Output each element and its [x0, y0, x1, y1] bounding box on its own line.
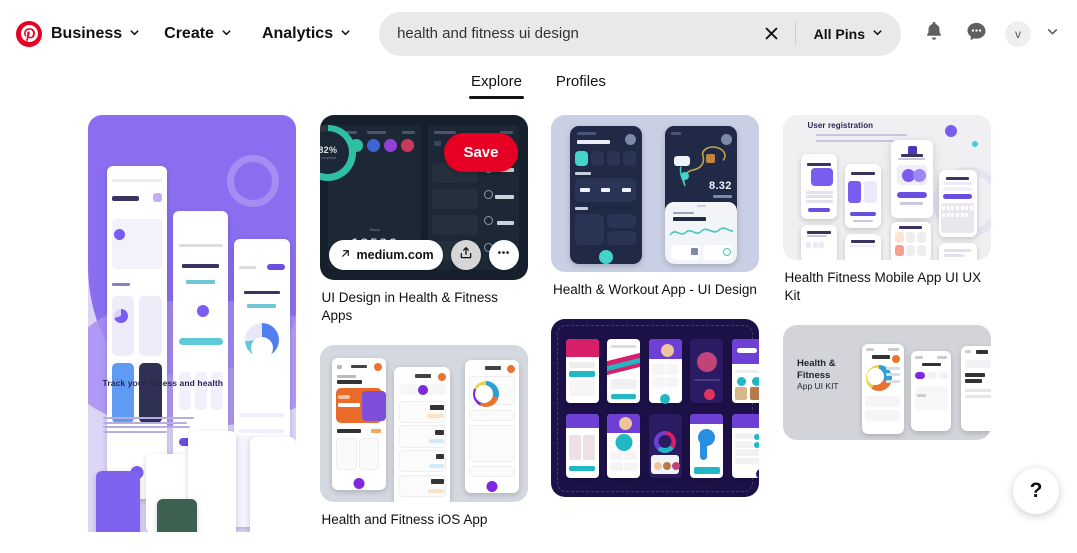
analytics-label: Analytics — [261, 24, 334, 42]
workout-distance: 8.32 — [709, 179, 732, 192]
notifications-button[interactable] — [913, 13, 955, 55]
messages-button[interactable] — [955, 13, 997, 55]
share-icon — [459, 246, 473, 265]
pin-source-link[interactable]: medium.com — [328, 240, 443, 270]
registration-heading: User registration — [807, 120, 874, 130]
ellipsis-icon — [496, 245, 511, 265]
pin-card[interactable]: 8.32 Health & Workout App - UI Design — [551, 115, 759, 299]
search-divider — [794, 21, 796, 46]
kit-heading-line1: Health & — [797, 357, 836, 369]
search-result-tabs: Explore Profiles — [0, 67, 1077, 112]
chevron-down-icon — [221, 27, 232, 38]
pin-image[interactable]: 8.32 — [551, 115, 759, 272]
pin-masonry-grid: Track your fitness and health 82% Comple… — [88, 112, 992, 532]
create-label: Create — [164, 24, 214, 42]
pin-image[interactable]: Health & Fitness App UI KIT — [782, 325, 991, 441]
tab-explore-label: Explore — [471, 73, 522, 90]
artwork-heading: Track your fitness and health — [102, 377, 224, 388]
pin-title: Health Fitness Mobile App UI UX Kit — [784, 270, 982, 304]
account-avatar-button[interactable]: v — [997, 13, 1039, 55]
pin-card[interactable]: 82% Completed Steps 12538 — [319, 115, 528, 325]
pin-image[interactable]: User registration — [782, 115, 991, 260]
clear-search-button[interactable] — [755, 17, 789, 51]
question-mark-icon: ? — [1029, 479, 1043, 502]
kit-heading-line2: Fitness — [797, 369, 831, 381]
share-button[interactable] — [450, 240, 481, 270]
tab-profiles-label: Profiles — [555, 73, 606, 90]
pin-card[interactable]: User registration Health Fitness Mobile … — [782, 115, 991, 305]
navy-workout-artwork: 8.32 — [551, 115, 759, 272]
pin-hover-overlay: Save medium.com — [320, 115, 528, 280]
pin-title: UI Design in Health & Fitness Apps — [321, 290, 498, 324]
help-button[interactable]: ? — [1013, 468, 1059, 514]
business-label: Business — [51, 24, 123, 42]
pin-filter-dropdown[interactable]: All Pins — [802, 18, 897, 50]
user-registration-kit-artwork: User registration — [782, 115, 991, 260]
pin-image[interactable]: 82% Completed Steps 12538 — [319, 115, 528, 280]
save-button[interactable]: Save — [444, 133, 518, 172]
navy-ten-screens-artwork — [551, 319, 759, 498]
top-navigation-bar: Business Create Analytics All Pins — [0, 0, 1077, 67]
avatar: v — [1005, 20, 1031, 47]
chevron-down-icon — [1046, 25, 1059, 43]
tab-explore[interactable]: Explore — [469, 73, 524, 99]
search-input[interactable] — [397, 25, 755, 42]
pin-results-area: Track your fitness and health 82% Comple… — [0, 112, 1077, 532]
pinterest-logo-icon — [16, 20, 42, 47]
pin-card[interactable]: Track your fitness and health — [88, 115, 296, 532]
bell-icon — [923, 20, 945, 47]
pin-title: Health and Fitness iOS App — [321, 512, 488, 528]
pin-card[interactable]: Health & Fitness App UI KIT — [782, 325, 991, 441]
pin-image[interactable] — [319, 345, 528, 503]
avatar-initial: v — [1015, 26, 1021, 41]
nav-create[interactable]: Create — [152, 17, 244, 51]
more-options-button[interactable] — [488, 240, 519, 270]
chevron-down-icon — [129, 27, 140, 38]
chevron-down-icon — [872, 27, 883, 38]
pin-card[interactable]: Health and Fitness iOS App — [319, 345, 528, 529]
chevron-down-icon — [340, 27, 351, 38]
pin-source-label: medium.com — [356, 248, 434, 262]
pin-title: Health & Workout App - UI Design — [553, 282, 757, 297]
pin-image[interactable] — [551, 319, 759, 498]
purple-fitness-landing-artwork: Track your fitness and health — [88, 115, 296, 532]
tab-profiles[interactable]: Profiles — [556, 73, 606, 99]
pinterest-home-link[interactable]: Business — [10, 17, 146, 51]
kit-heading-line3: App UI KIT — [797, 381, 839, 392]
pin-card[interactable] — [551, 319, 759, 498]
health-fitness-ui-kit-banner-artwork: Health & Fitness App UI KIT — [782, 325, 991, 441]
nav-analytics[interactable]: Analytics — [250, 17, 363, 51]
message-icon — [965, 20, 988, 48]
pin-image[interactable]: Track your fitness and health — [88, 115, 296, 532]
search-bar[interactable]: All Pins — [379, 11, 901, 56]
pin-filter-label: All Pins — [813, 25, 865, 42]
arrow-up-right-icon — [340, 248, 351, 262]
account-menu-button[interactable] — [1039, 18, 1065, 50]
ios-light-app-artwork — [319, 345, 528, 503]
